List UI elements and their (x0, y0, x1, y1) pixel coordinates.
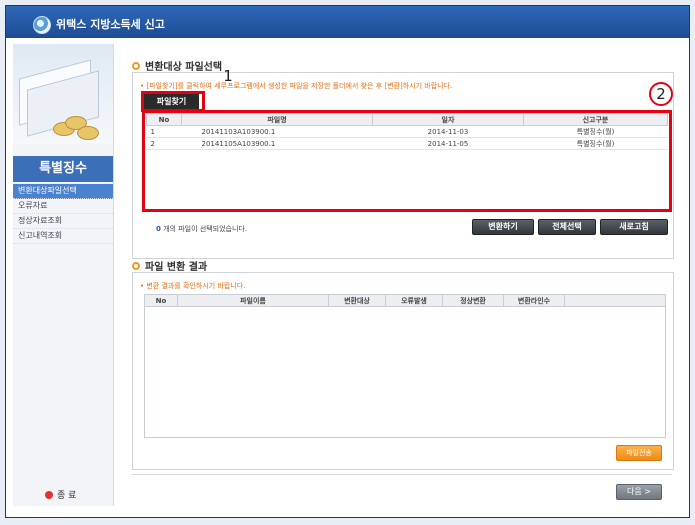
send-file-button[interactable]: 파일전송 (616, 445, 662, 461)
callout-2: 2 (649, 82, 673, 106)
main-content: 변환대상 파일선택 • [파일찾기]를 클릭하여 세무프로그램에서 생성한 파일… (122, 44, 674, 506)
select-all-button[interactable]: 전체선택 (538, 219, 596, 235)
sidebar-item-error-data[interactable]: 오류자료 (13, 199, 113, 214)
footer-divider (132, 474, 672, 475)
exit-icon (45, 490, 53, 499)
next-button[interactable]: 다음 > (616, 484, 662, 500)
sidebar-menu: 변환대상파일선택 오류자료 정상자료조회 신고내역조회 (13, 184, 113, 244)
selected-count-text: 개의 파일이 선택되었습니다. (163, 225, 248, 233)
sidebar-illustration (13, 44, 113, 144)
upload-heading-text: 변환대상 파일선택 (145, 62, 223, 73)
sidebar-section-title: 특별징수 (13, 156, 113, 182)
exit-label: 종 료 (57, 491, 77, 501)
sidebar-item-file-select[interactable]: 변환대상파일선택 (13, 184, 113, 199)
sidebar-item-report-history[interactable]: 신고내역조회 (13, 229, 113, 244)
selected-file-count: 0 개의 파일이 선택되었습니다. (156, 224, 247, 234)
column-header-normal-convert: 정상변환 (442, 294, 504, 307)
highlight-box-2 (142, 110, 672, 212)
column-header-blank (564, 294, 666, 307)
column-header-no: No (144, 294, 178, 307)
upload-heading: 변환대상 파일선택 (132, 58, 222, 73)
wetax-logo-icon (33, 16, 51, 34)
section-bullet-icon (132, 261, 140, 270)
result-heading: 파일 변환 결과 (132, 258, 207, 273)
column-header-error-count: 오류발생 (385, 294, 443, 307)
column-header-line-count: 변환라인수 (503, 294, 565, 307)
exit-button[interactable]: 종 료 (45, 488, 76, 501)
column-header-convert-target: 변환대상 (328, 294, 386, 307)
result-note: • 변환 결과를 확인하시기 바랍니다. (140, 282, 246, 290)
convert-button[interactable]: 변환하기 (472, 219, 534, 235)
result-heading-text: 파일 변환 결과 (145, 262, 208, 273)
coin-illustration (77, 126, 99, 140)
selected-count-value: 0 (156, 225, 161, 233)
upload-note: • [파일찾기]를 클릭하여 세무프로그램에서 생성한 파일을 저장한 폴더에서… (140, 82, 453, 90)
refresh-button[interactable]: 새로고침 (600, 219, 668, 235)
sidebar-item-normal-data[interactable]: 정상자료조회 (13, 214, 113, 229)
sidebar: 특별징수 변환대상파일선택 오류자료 정상자료조회 신고내역조회 종 료 (13, 44, 114, 506)
callout-1: 1 (223, 67, 233, 85)
window-title: 위택스 지방소득세 신고 (56, 18, 165, 31)
result-table-body (144, 306, 666, 438)
column-header-filename: 파일이름 (177, 294, 329, 307)
highlight-box-1 (141, 91, 205, 112)
title-bar: 위택스 지방소득세 신고 (6, 6, 689, 38)
section-bullet-icon (132, 61, 140, 70)
